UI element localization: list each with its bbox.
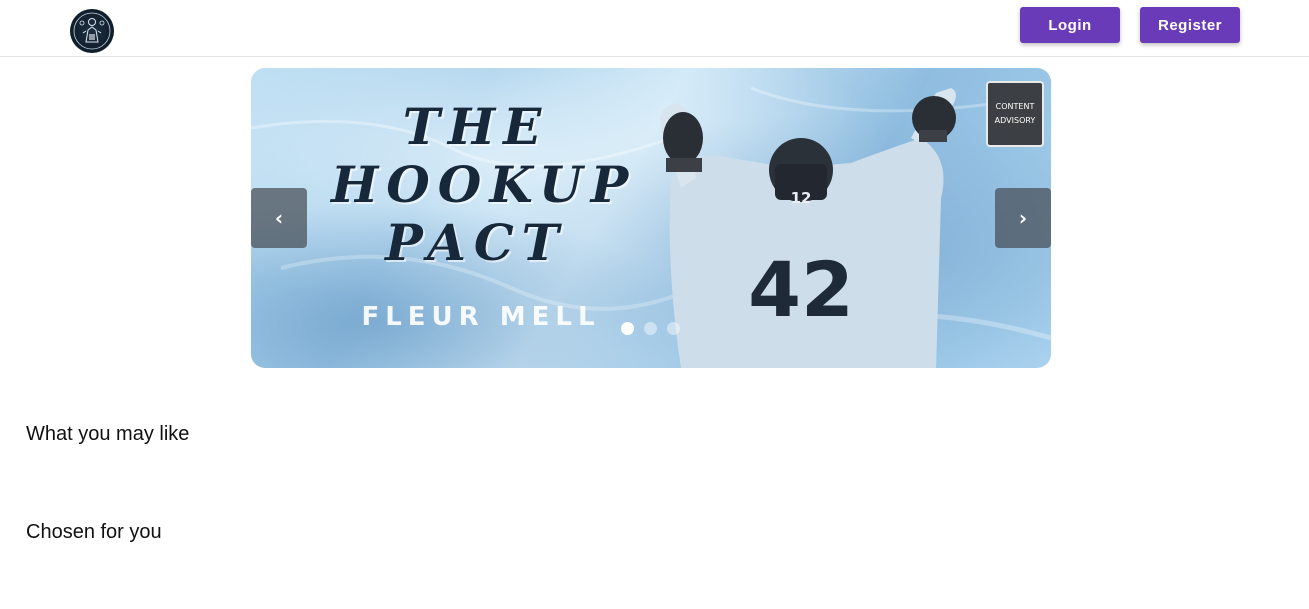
chevron-right-icon: ›	[1018, 206, 1028, 230]
book-title: THE HOOKUP PACT	[331, 97, 637, 272]
carousel-dot-1[interactable]	[621, 322, 634, 335]
book-author: FLEUR MELL	[361, 302, 601, 332]
advisory-line-2: ADVISORY	[994, 116, 1036, 125]
register-button[interactable]: Register	[1140, 7, 1240, 43]
carousel-indicators	[621, 322, 680, 335]
top-header: Login Register	[0, 0, 1309, 57]
carousel-dot-3[interactable]	[667, 322, 680, 335]
advisory-line-1: CONTENT	[995, 102, 1035, 111]
login-button[interactable]: Login	[1020, 7, 1120, 43]
chevron-left-icon: ‹	[274, 206, 284, 230]
carousel-prev-button[interactable]: ‹	[251, 188, 307, 248]
content-advisory-badge: CONTENT ADVISORY	[986, 81, 1044, 147]
featured-carousel[interactable]: THE HOOKUP PACT FLEUR MELL 12 42 CONTENT…	[251, 68, 1051, 368]
app-logo-icon[interactable]	[70, 9, 114, 53]
section-heading-chosen-for-you: Chosen for you	[26, 521, 162, 543]
jersey-number: 42	[748, 245, 854, 334]
hockey-player-image: 12 42	[660, 88, 956, 368]
section-heading-what-you-may-like: What you may like	[26, 423, 190, 445]
carousel-dot-2[interactable]	[644, 322, 657, 335]
carousel-next-button[interactable]: ›	[995, 188, 1051, 248]
helmet-number: 12	[791, 189, 812, 207]
